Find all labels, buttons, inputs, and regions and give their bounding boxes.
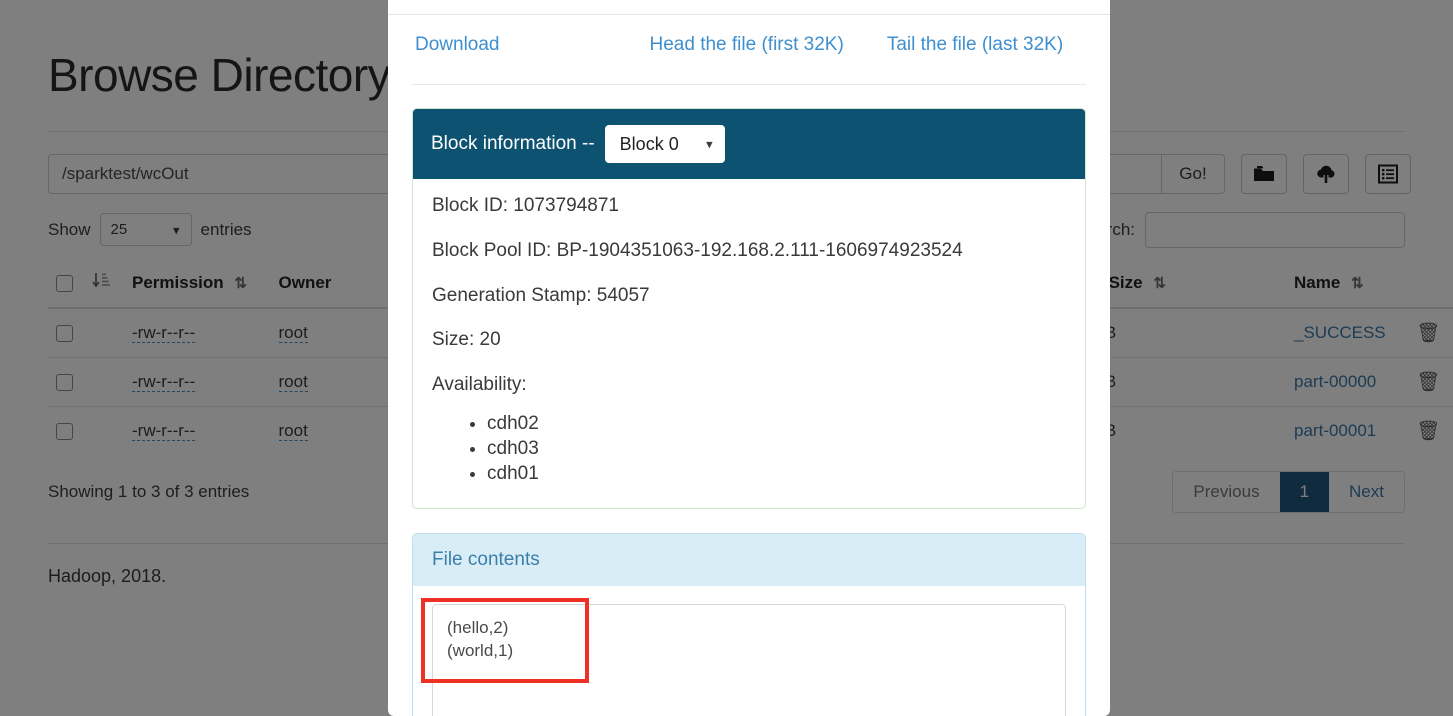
block-pool-id: Block Pool ID: BP-1904351063-192.168.2.1… [432,239,963,261]
modal-header-divider [388,14,1110,15]
links-divider [412,84,1086,85]
head-file-link[interactable]: Head the file (first 32K) [650,34,844,56]
block-information-label: Block information -- [431,133,595,154]
availability-list: cdh02 cdh03 cdh01 [432,411,1066,486]
availability-label: Availability: [432,374,527,396]
list-item: cdh02 [487,411,1066,436]
tail-file-link[interactable]: Tail the file (last 32K) [887,34,1063,56]
file-contents-body: (hello,2) (world,1) [413,586,1085,716]
file-contents-header: File contents [413,534,1085,587]
file-action-links: Download Head the file (first 32K) Tail … [412,0,1086,56]
block-information-header: Block information -- Block 0 ▾ [413,109,1085,179]
block-size-value: Size: 20 [432,329,501,351]
file-contents-textarea[interactable]: (hello,2) (world,1) [432,604,1066,716]
block-select[interactable]: Block 0 [604,125,725,163]
generation-stamp: Generation Stamp: 54057 [432,284,650,306]
block-id: Block ID: 1073794871 [432,195,619,216]
list-item: cdh01 [487,461,1066,486]
modal-body: Download Head the file (first 32K) Tail … [388,0,1110,716]
block-information-panel: Block information -- Block 0 ▾ Block ID:… [412,108,1086,510]
file-contents-panel: File contents (hello,2) (world,1) [412,533,1086,716]
block-information-body: Block ID: 1073794871 Block Pool ID: BP-1… [413,179,1085,508]
download-link[interactable]: Download [415,34,500,56]
list-item: cdh03 [487,436,1066,461]
file-info-modal: Download Head the file (first 32K) Tail … [388,0,1110,716]
